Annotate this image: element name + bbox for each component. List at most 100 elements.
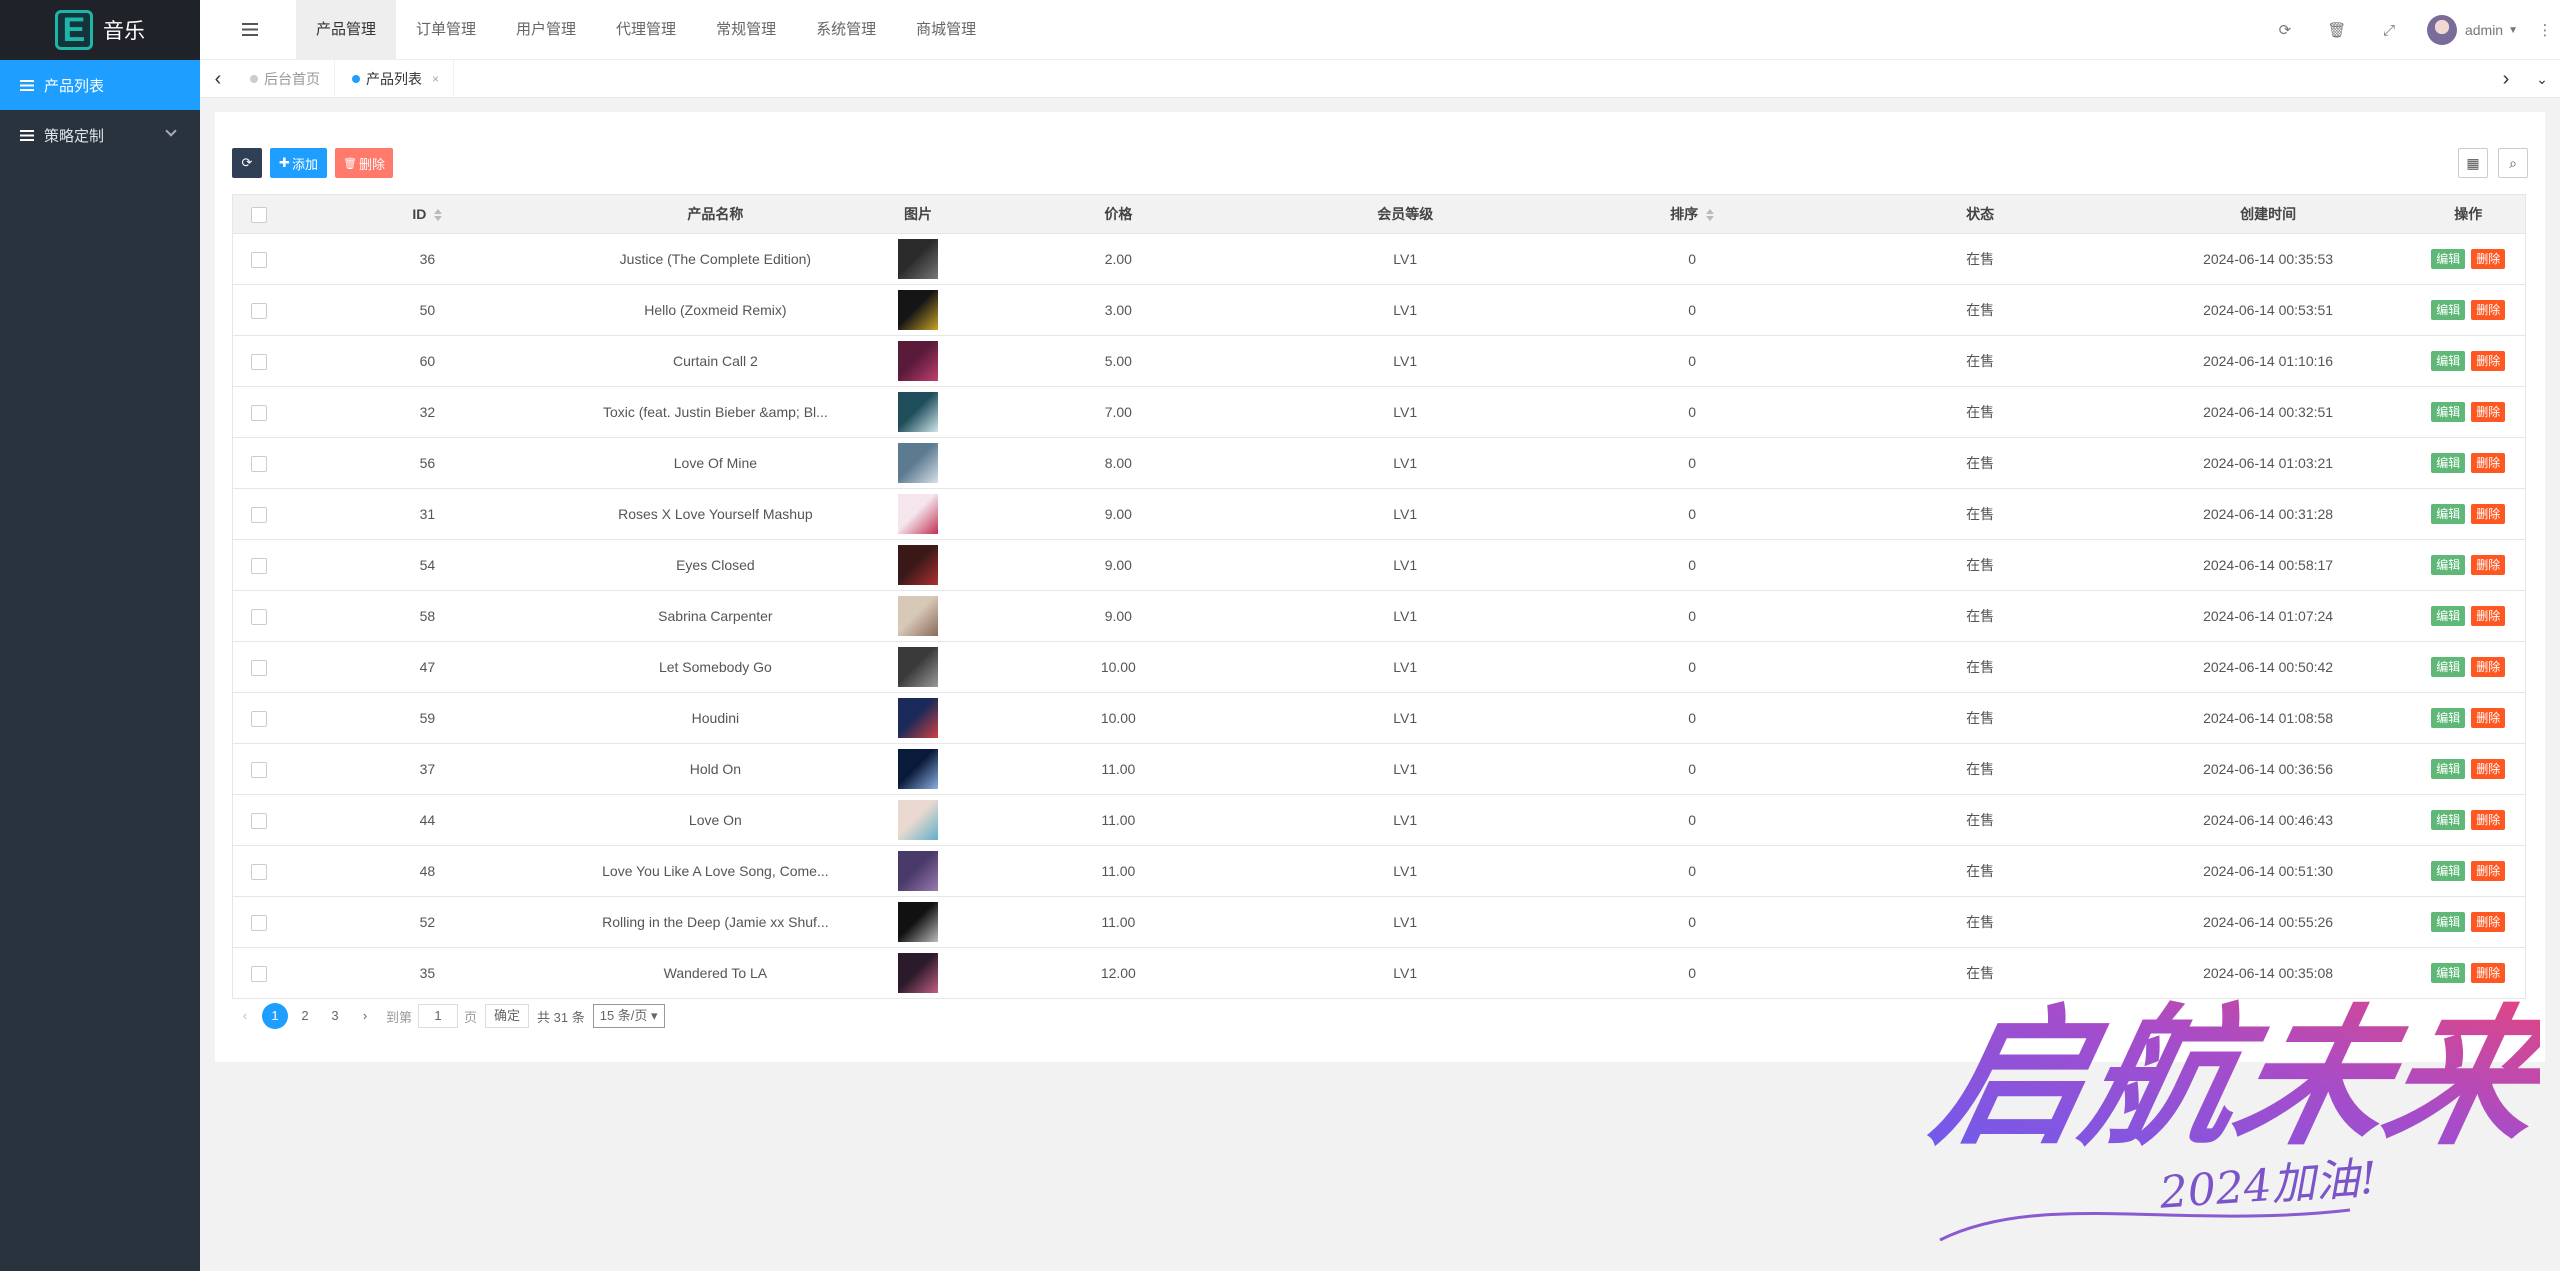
album-thumbnail[interactable]	[897, 596, 938, 636]
checkbox[interactable]	[251, 353, 268, 370]
row-select[interactable]	[232, 896, 286, 948]
per-page-select[interactable]: 15 条/页 ▾	[592, 1004, 665, 1028]
checkbox[interactable]	[251, 251, 268, 268]
album-thumbnail[interactable]	[897, 698, 938, 738]
delete-row-button[interactable]: 删除	[2471, 708, 2506, 728]
next-page-icon[interactable]: ›	[352, 1003, 378, 1029]
menu-order[interactable]: 订单管理	[396, 0, 496, 60]
checkbox[interactable]	[251, 455, 268, 472]
checkbox[interactable]	[251, 659, 268, 676]
sort-icon[interactable]	[434, 209, 443, 222]
checkbox[interactable]	[251, 557, 268, 574]
row-select[interactable]	[232, 641, 286, 693]
add-button[interactable]: ✚ 添加	[270, 148, 327, 178]
search-icon[interactable]: ⌕	[2498, 148, 2528, 178]
checkbox[interactable]	[251, 608, 268, 625]
delete-button[interactable]: 🗑 删除	[335, 148, 393, 178]
delete-row-button[interactable]: 删除	[2471, 810, 2506, 830]
album-thumbnail[interactable]	[897, 545, 938, 585]
checkbox[interactable]	[251, 761, 268, 778]
row-select[interactable]	[232, 590, 286, 642]
delete-row-button[interactable]: 删除	[2471, 657, 2506, 677]
menu-toggle-icon[interactable]	[242, 23, 258, 36]
edit-button[interactable]: 编辑	[2431, 810, 2466, 830]
prev-page-icon[interactable]: ‹	[232, 1003, 258, 1029]
edit-button[interactable]: 编辑	[2431, 657, 2466, 677]
page-1[interactable]: 1	[262, 1003, 288, 1029]
delete-row-button[interactable]: 删除	[2471, 606, 2506, 626]
edit-button[interactable]: 编辑	[2431, 249, 2466, 269]
select-all[interactable]	[232, 194, 286, 234]
edit-button[interactable]: 编辑	[2431, 555, 2466, 575]
page-input[interactable]: 1	[418, 1004, 459, 1028]
checkbox[interactable]	[251, 812, 268, 829]
confirm-button[interactable]: 确定	[485, 1004, 530, 1028]
delete-row-button[interactable]: 删除	[2471, 402, 2506, 422]
row-select[interactable]	[232, 794, 286, 846]
row-select[interactable]	[232, 437, 286, 489]
row-select[interactable]	[232, 335, 286, 387]
checkbox[interactable]	[251, 863, 268, 880]
delete-row-button[interactable]: 删除	[2471, 300, 2506, 320]
trash-icon[interactable]: 🗑	[2311, 21, 2363, 39]
album-thumbnail[interactable]	[897, 392, 938, 432]
edit-button[interactable]: 编辑	[2431, 351, 2466, 371]
row-select[interactable]	[232, 947, 286, 999]
checkbox[interactable]	[251, 710, 268, 727]
row-select[interactable]	[232, 743, 286, 795]
menu-agent[interactable]: 代理管理	[596, 0, 696, 60]
edit-button[interactable]: 编辑	[2431, 759, 2466, 779]
row-select[interactable]	[232, 488, 286, 540]
sidebar-item-product-list[interactable]: 产品列表	[0, 60, 200, 110]
row-select[interactable]	[232, 692, 286, 744]
checkbox[interactable]	[251, 404, 268, 421]
fullscreen-icon[interactable]: ⤢	[2363, 22, 2415, 39]
edit-button[interactable]: 编辑	[2431, 453, 2466, 473]
close-icon[interactable]: ×	[432, 72, 439, 86]
album-thumbnail[interactable]	[897, 239, 938, 279]
more-icon[interactable]: ⋮	[2530, 21, 2560, 39]
page-2[interactable]: 2	[292, 1003, 318, 1029]
menu-product[interactable]: 产品管理	[296, 0, 397, 60]
logo[interactable]: E 音乐	[0, 0, 200, 60]
album-thumbnail[interactable]	[897, 800, 938, 840]
row-select[interactable]	[232, 233, 286, 285]
album-thumbnail[interactable]	[897, 341, 938, 381]
row-select[interactable]	[232, 386, 286, 438]
col-id[interactable]: ID	[285, 194, 570, 234]
edit-button[interactable]: 编辑	[2431, 861, 2466, 881]
sort-icon[interactable]	[1706, 209, 1715, 222]
menu-shop[interactable]: 商城管理	[896, 0, 996, 60]
checkbox[interactable]	[251, 914, 268, 931]
chevron-left-icon[interactable]: ‹	[200, 60, 236, 98]
checkbox[interactable]	[251, 965, 268, 982]
row-select[interactable]	[232, 539, 286, 591]
album-thumbnail[interactable]	[897, 494, 938, 534]
user-menu[interactable]: admin ▼	[2415, 15, 2530, 45]
chevron-down-icon[interactable]: ⌄	[2524, 60, 2560, 98]
refresh-icon[interactable]: ⟳	[2259, 21, 2311, 39]
delete-row-button[interactable]: 删除	[2471, 504, 2506, 524]
chevron-right-icon[interactable]: ›	[2488, 60, 2524, 98]
delete-row-button[interactable]: 删除	[2471, 555, 2506, 575]
album-thumbnail[interactable]	[897, 443, 938, 483]
sidebar-item-strategy[interactable]: 策略定制	[0, 110, 200, 160]
delete-row-button[interactable]: 删除	[2471, 912, 2506, 932]
delete-row-button[interactable]: 删除	[2471, 453, 2506, 473]
columns-icon[interactable]: ▦	[2458, 148, 2488, 178]
edit-button[interactable]: 编辑	[2431, 708, 2466, 728]
checkbox[interactable]	[251, 302, 268, 319]
row-select[interactable]	[232, 284, 286, 336]
checkbox[interactable]	[251, 506, 268, 523]
album-thumbnail[interactable]	[897, 902, 938, 942]
menu-general[interactable]: 常规管理	[696, 0, 796, 60]
edit-button[interactable]: 编辑	[2431, 504, 2466, 524]
delete-row-button[interactable]: 删除	[2471, 249, 2506, 269]
refresh-button[interactable]: ⟳	[232, 148, 262, 178]
tab-home[interactable]: 后台首页	[236, 60, 335, 98]
col-sort[interactable]: 排序	[1548, 194, 1836, 234]
edit-button[interactable]: 编辑	[2431, 300, 2466, 320]
delete-row-button[interactable]: 删除	[2471, 351, 2506, 371]
delete-row-button[interactable]: 删除	[2471, 861, 2506, 881]
edit-button[interactable]: 编辑	[2431, 912, 2466, 932]
